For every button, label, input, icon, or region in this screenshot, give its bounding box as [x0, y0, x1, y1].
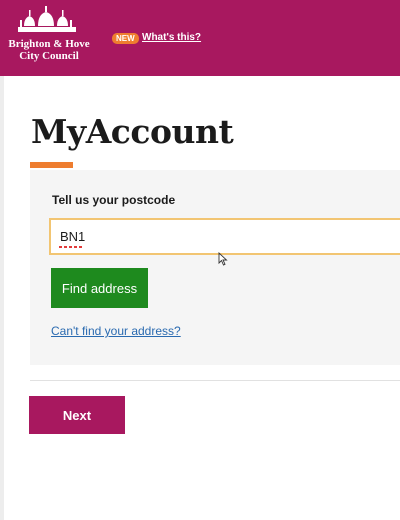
next-button[interactable]: Next: [29, 396, 125, 434]
new-badge: NEW: [112, 33, 139, 44]
site-header: Brighton & Hove City Council NEW What's …: [0, 0, 400, 76]
cant-find-address-link[interactable]: Can't find your address?: [51, 324, 181, 338]
logo-text-line2: City Council: [19, 50, 79, 62]
whats-this-link[interactable]: What's this?: [142, 32, 201, 43]
postcode-input[interactable]: [49, 218, 400, 255]
mouse-pointer-icon: [218, 252, 228, 266]
page-title: MyAccount: [31, 112, 234, 151]
council-logo[interactable]: Brighton & Hove City Council: [4, 6, 90, 64]
left-edge-strip: [0, 76, 4, 520]
logo-text-line1: Brighton & Hove: [8, 38, 90, 50]
title-accent-bar: [30, 162, 73, 168]
pavilion-domes-icon: [18, 6, 76, 32]
spellcheck-underline: [59, 246, 83, 248]
find-address-button[interactable]: Find address: [51, 268, 148, 308]
section-divider: [30, 380, 400, 381]
logo-text: Brighton & Hove City Council: [4, 38, 94, 62]
postcode-label: Tell us your postcode: [52, 193, 176, 207]
